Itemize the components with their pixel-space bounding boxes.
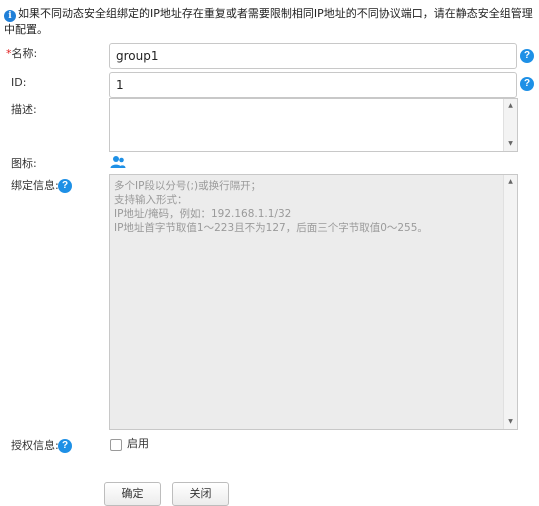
id-label: ID: (11, 76, 27, 89)
close-button[interactable]: 关闭 (172, 482, 229, 506)
icon-label: 图标: (11, 157, 37, 170)
authorization-label: 授权信息: (11, 439, 59, 452)
notice-message: 如果不同动态安全组绑定的IP地址存在重复或者需要限制相同IP地址的不同协议端口，… (4, 7, 533, 36)
authorization-help-icon[interactable]: ? (58, 439, 72, 453)
enable-checkbox-label[interactable]: 启用 (127, 437, 149, 451)
scroll-up-arrow-icon[interactable]: ▲ (504, 101, 517, 111)
name-input[interactable]: group1 (109, 43, 517, 69)
name-label: *名称: (6, 47, 38, 60)
binding-scrollbar[interactable]: ▲ ▼ (503, 175, 517, 429)
scroll-down-arrow-icon[interactable]: ▼ (504, 139, 517, 149)
enable-checkbox[interactable] (110, 439, 122, 451)
description-textarea[interactable]: ▲ ▼ (109, 98, 518, 152)
user-group-icon[interactable] (110, 155, 126, 169)
description-scrollbar[interactable]: ▲ ▼ (503, 99, 517, 151)
binding-label: 绑定信息: (11, 179, 59, 192)
info-icon: i (4, 10, 16, 22)
id-help-icon[interactable]: ? (520, 77, 534, 91)
description-label: 描述: (11, 103, 37, 116)
binding-textarea[interactable]: 多个IP段以分号(;)或换行隔开； 支持输入形式： IP地址/掩码，例如：192… (109, 174, 518, 430)
notice-text: i 如果不同动态安全组绑定的IP地址存在重复或者需要限制相同IP地址的不同协议端口… (4, 6, 534, 38)
scroll-up-arrow-icon[interactable]: ▲ (504, 177, 517, 187)
id-input[interactable]: 1 (109, 72, 517, 98)
confirm-button[interactable]: 确定 (104, 482, 161, 506)
binding-placeholder: 多个IP段以分号(;)或换行隔开； 支持输入形式： IP地址/掩码，例如：192… (114, 180, 428, 234)
name-help-icon[interactable]: ? (520, 49, 534, 63)
binding-help-icon[interactable]: ? (58, 179, 72, 193)
scroll-down-arrow-icon[interactable]: ▼ (504, 417, 517, 427)
